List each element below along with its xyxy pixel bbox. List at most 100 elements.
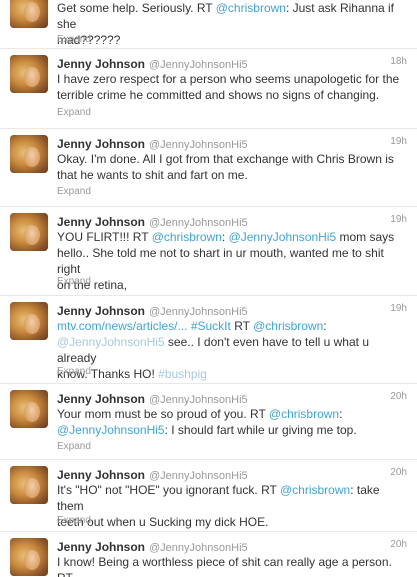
tweet-line: teeth out when u Sucking my dick HOE. <box>57 514 407 530</box>
avatar[interactable] <box>10 55 48 93</box>
author-handle[interactable]: @JennyJohnsonHi5 <box>149 217 248 229</box>
tweet-text: Okay. I'm done. All I got from that exch… <box>57 151 407 183</box>
hashtag-link[interactable]: #bushpig <box>158 367 207 381</box>
tweet-line: I know! Being a worthless piece of shit … <box>57 554 407 577</box>
tweet-text-segment: Your mom must be so proud of you. RT <box>57 407 269 421</box>
tweet-text-segment: YOU FLIRT!!! RT <box>57 230 152 244</box>
tweet-timestamp[interactable]: 18h <box>390 56 407 67</box>
tweet-header: Jenny Johnson @JennyJohnsonHi5 20h <box>57 538 407 554</box>
tweet-line: that he wants to shit and fart on me. <box>57 167 407 183</box>
tweet-line: It's "HO" not "HOE" you ignorant fuck. R… <box>57 482 407 514</box>
avatar[interactable] <box>10 538 48 576</box>
mention-link[interactable]: @JennyJohnsonHi5 <box>57 423 165 437</box>
expand-link[interactable]: Expand <box>57 276 91 287</box>
author-handle[interactable]: @JennyJohnsonHi5 <box>149 139 248 151</box>
author-name[interactable]: Jenny Johnson <box>57 540 145 554</box>
tweet-text: I have zero respect for a person who see… <box>57 71 407 103</box>
tweet-timestamp[interactable]: 19h <box>390 214 407 225</box>
tweet-text-segment: I have zero respect for a person who see… <box>57 72 400 86</box>
tweet-text-segment: I know! Being a worthless piece of shit … <box>57 555 392 577</box>
tweet-item[interactable]: Jenny Johnson @JennyJohnsonHi5 20h I know… <box>0 532 417 577</box>
tweet-text-segment: : <box>323 319 327 333</box>
tweet-header: Jenny Johnson @JennyJohnsonHi5 18h <box>57 55 407 71</box>
expand-link[interactable]: Expand <box>57 441 91 452</box>
tweet-text-segment: : I should fart while ur giving me top. <box>164 423 357 437</box>
tweet-header: Jenny Johnson @JennyJohnsonHi5 19h <box>57 135 407 151</box>
tweet-timestamp[interactable]: 20h <box>390 539 407 550</box>
tweet-header: Jenny Johnson @JennyJohnsonHi5 19h <box>57 302 407 318</box>
tweet-text-segment: : <box>339 407 343 421</box>
tweet-text: Your mom must be so proud of you. RT @ch… <box>57 406 407 438</box>
tweet-text: I know! Being a worthless piece of shit … <box>57 554 407 577</box>
tweet-text-segment: : <box>221 230 229 244</box>
avatar[interactable] <box>10 0 48 28</box>
author-handle[interactable]: @JennyJohnsonHi5 <box>149 542 248 554</box>
tweet-line: mtv.com/news/articles/... #SuckIt RT @ch… <box>57 318 407 334</box>
tweet-text-segment: It's "HO" not "HOE" you ignorant fuck. R… <box>57 483 280 497</box>
tweet-text-segment: terrible crime he committed and shows no… <box>57 88 380 102</box>
tweet-text-segment: RT <box>230 319 254 333</box>
expand-link[interactable]: Expand <box>57 366 91 377</box>
avatar[interactable] <box>10 390 48 428</box>
tweet-text: mtv.com/news/articles/... #SuckIt RT @ch… <box>57 318 407 382</box>
tweet-text-segment: mom says <box>336 230 395 244</box>
mention-link[interactable]: @chrisbrown <box>152 230 222 244</box>
mention-link[interactable]: @chrisbrown <box>253 319 323 333</box>
tweet-header: Jenny Johnson @JennyJohnsonHi5 20h <box>57 466 407 482</box>
tweet-item[interactable]: Jenny Johnson @JennyJohnsonHi5 18h I have… <box>0 49 417 129</box>
expand-link[interactable]: Expand <box>57 186 91 197</box>
expand-link[interactable]: Expand <box>57 107 91 118</box>
tweet-timestamp[interactable]: 19h <box>390 303 407 314</box>
tweet-line: I have zero respect for a person who see… <box>57 71 407 87</box>
tweet-timeline: Get some help. Seriously. RT @chrisbrown… <box>0 0 417 577</box>
tweet-item[interactable]: Jenny Johnson @JennyJohnsonHi5 19h Okay. … <box>0 129 417 207</box>
avatar[interactable] <box>10 302 48 340</box>
tweet-item[interactable]: Jenny Johnson @JennyJohnsonHi5 19h mtv.co… <box>0 296 417 384</box>
tweet-item[interactable]: Get some help. Seriously. RT @chrisbrown… <box>0 0 417 49</box>
author-handle[interactable]: @JennyJohnsonHi5 <box>149 394 248 406</box>
mention-link[interactable]: @chrisbrown <box>269 407 339 421</box>
tweet-line: know. Thanks HO! #bushpig <box>57 366 407 382</box>
tweet-text-segment: that he wants to shit and fart on me. <box>57 168 248 182</box>
author-handle[interactable]: @JennyJohnsonHi5 <box>149 306 248 318</box>
avatar[interactable] <box>10 213 48 251</box>
tweet-line: mad?????? <box>57 32 407 48</box>
tweet-timestamp[interactable]: 20h <box>390 391 407 402</box>
author-name[interactable]: Jenny Johnson <box>57 304 145 318</box>
tweet-timestamp[interactable]: 19h <box>390 136 407 147</box>
tweet-line: Get some help. Seriously. RT @chrisbrown… <box>57 0 407 32</box>
mention-link[interactable]: @JennyJohnsonHi5 <box>229 230 337 244</box>
tweet-line: on the retina, <box>57 277 407 293</box>
tweet-item[interactable]: Jenny Johnson @JennyJohnsonHi5 19h YOU FL… <box>0 207 417 296</box>
avatar[interactable] <box>10 135 48 173</box>
author-handle[interactable]: @JennyJohnsonHi5 <box>149 59 248 71</box>
tweet-item[interactable]: Jenny Johnson @JennyJohnsonHi5 20h Your m… <box>0 384 417 460</box>
author-name[interactable]: Jenny Johnson <box>57 392 145 406</box>
url-link[interactable]: mtv.com/news/articles/... <box>57 319 187 333</box>
mention-link[interactable]: @chrisbrown <box>280 483 350 497</box>
tweet-line: terrible crime he committed and shows no… <box>57 87 407 103</box>
tweet-line: @JennyJohnsonHi5: I should fart while ur… <box>57 422 407 438</box>
mention-link[interactable]: @JennyJohnsonHi5 <box>57 335 165 349</box>
tweet-line: hello.. She told me not to shart in ur m… <box>57 245 407 277</box>
author-name[interactable]: Jenny Johnson <box>57 57 145 71</box>
hashtag-link[interactable]: #SuckIt <box>191 319 231 333</box>
author-name[interactable]: Jenny Johnson <box>57 137 145 151</box>
tweet-text-segment: hello.. She told me not to shart in ur m… <box>57 246 384 276</box>
avatar[interactable] <box>10 466 48 504</box>
tweet-text-segment: Okay. I'm done. All I got from that exch… <box>57 152 394 166</box>
tweet-line: Your mom must be so proud of you. RT @ch… <box>57 406 407 422</box>
tweet-text: Get some help. Seriously. RT @chrisbrown… <box>57 0 407 48</box>
author-name[interactable]: Jenny Johnson <box>57 468 145 482</box>
mention-link[interactable]: @chrisbrown <box>216 1 286 15</box>
tweet-text: It's "HO" not "HOE" you ignorant fuck. R… <box>57 482 407 530</box>
expand-link[interactable]: Expand <box>57 34 91 45</box>
tweet-item[interactable]: Jenny Johnson @JennyJohnsonHi5 20h It's "… <box>0 460 417 532</box>
author-handle[interactable]: @JennyJohnsonHi5 <box>149 470 248 482</box>
author-name[interactable]: Jenny Johnson <box>57 215 145 229</box>
expand-link[interactable]: Expand <box>57 515 91 526</box>
tweet-timestamp[interactable]: 20h <box>390 467 407 478</box>
tweet-text-segment: Get some help. Seriously. RT <box>57 1 216 15</box>
tweet-text: YOU FLIRT!!! RT @chrisbrown: @JennyJohns… <box>57 229 407 293</box>
tweet-line: YOU FLIRT!!! RT @chrisbrown: @JennyJohns… <box>57 229 407 245</box>
